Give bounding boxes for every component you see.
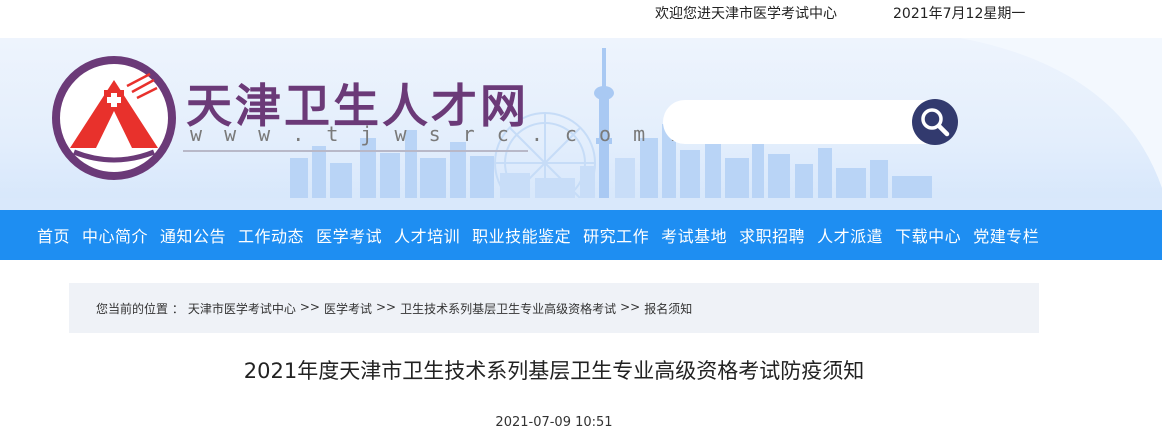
nav-item-news[interactable]: 工作动态 <box>238 223 304 247</box>
top-bar: 欢迎您进天津市医学考试中心 2021年7月12星期一 <box>0 0 1162 38</box>
nav-item-notices[interactable]: 通知公告 <box>160 223 226 247</box>
nav-item-medical-exam[interactable]: 医学考试 <box>316 223 382 247</box>
nav-item-research[interactable]: 研究工作 <box>583 223 649 247</box>
nav-item-exam-base[interactable]: 考试基地 <box>661 223 727 247</box>
breadcrumb: 您当前的位置 ： 天津市医学考试中心 >> 医学考试 >> 卫生技术系列基层卫生… <box>69 283 1039 333</box>
article-title: 2021年度天津市卫生技术系列基层卫生专业高级资格考试防疫须知 <box>243 359 865 383</box>
nav-item-skill-appraisal[interactable]: 职业技能鉴定 <box>472 223 571 247</box>
header-banner: 天津卫生人才网 w w w . t j w s r c . c o m . c … <box>0 38 1162 210</box>
breadcrumb-link[interactable]: 卫生技术系列基层卫生专业高级资格考试 <box>400 300 616 317</box>
nav-item-dispatch[interactable]: 人才派遣 <box>817 223 883 247</box>
nav-item-jobs[interactable]: 求职招聘 <box>739 223 805 247</box>
nav-item-home[interactable]: 首页 <box>37 223 70 247</box>
article-date: 2021-07-09 10:51 <box>495 415 613 430</box>
nav-item-party[interactable]: 党建专栏 <box>973 223 1039 247</box>
nav-item-about[interactable]: 中心简介 <box>82 223 148 247</box>
search-icon <box>921 108 950 137</box>
nav-item-training[interactable]: 人才培训 <box>394 223 460 247</box>
search-button[interactable] <box>912 99 958 145</box>
main-nav: 首页 中心简介 通知公告 工作动态 医学考试 人才培训 职业技能鉴定 研究工作 … <box>0 210 1162 260</box>
breadcrumb-separator: >> <box>620 300 641 314</box>
welcome-text: 欢迎您进天津市医学考试中心 <box>655 6 837 22</box>
breadcrumb-link[interactable]: 医学考试 <box>324 300 372 317</box>
nav-item-downloads[interactable]: 下载中心 <box>895 223 961 247</box>
breadcrumb-link[interactable]: 报名须知 <box>644 300 692 317</box>
breadcrumb-link[interactable]: 天津市医学考试中心 <box>188 300 296 317</box>
breadcrumb-prefix: 您当前的位置 ： <box>96 302 184 316</box>
breadcrumb-separator: >> <box>299 300 320 314</box>
current-date: 2021年7月12星期一 <box>893 6 1026 22</box>
logo-divider <box>183 150 528 152</box>
breadcrumb-separator: >> <box>375 300 397 314</box>
logo-emblem-icon <box>52 56 176 180</box>
